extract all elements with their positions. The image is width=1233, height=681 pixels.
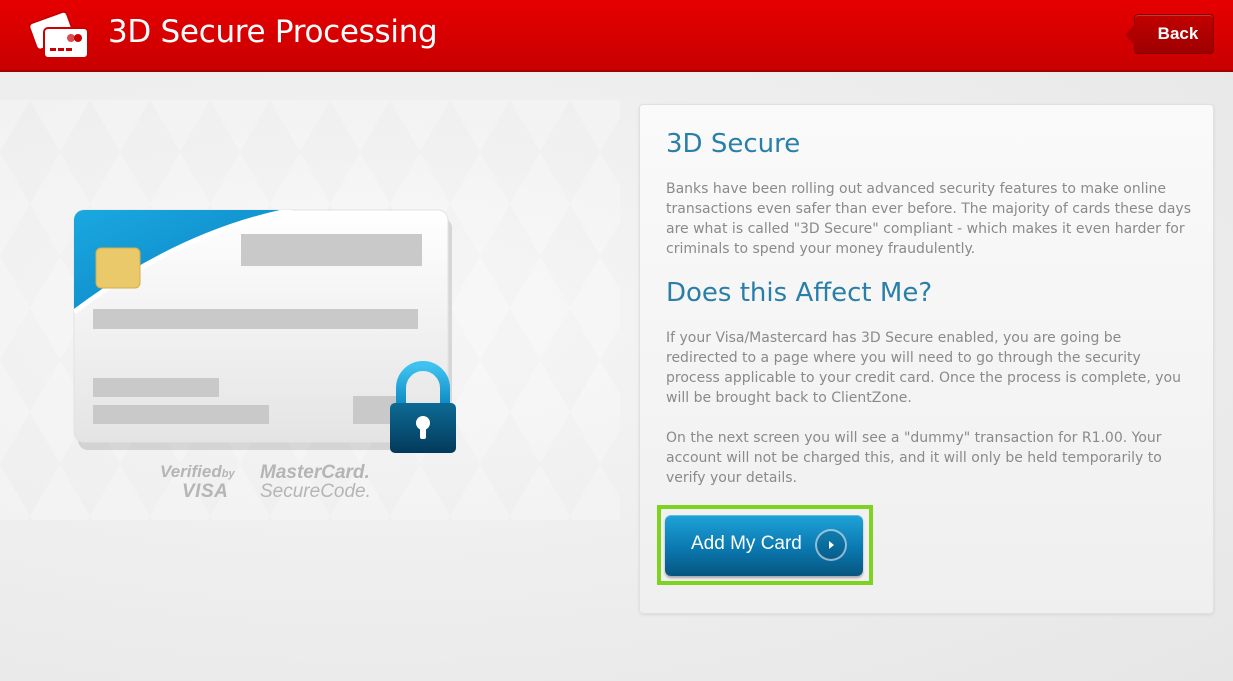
add-my-card-button[interactable]: Add My Card (665, 515, 863, 576)
header-bar: 3D Secure Processing Back (0, 0, 1233, 72)
heading-3d-secure: 3D Secure (666, 129, 801, 159)
verified-by-visa-logo: Verifiedby VISA (158, 462, 248, 506)
securecode-text: SecureCode. (260, 481, 371, 502)
add-my-card-label: Add My Card (691, 533, 802, 554)
mastercard-securecode-logo: MasterCard. SecureCode. (260, 462, 371, 506)
credit-cards-icon (28, 10, 89, 59)
verified-text: Verified (160, 462, 222, 481)
paragraph-3d-secure: Banks have been rolling out advanced sec… (666, 181, 1191, 257)
info-panel: 3D Secure Banks have been rolling out ad… (639, 104, 1214, 614)
heading-does-this-affect-me: Does this Affect Me? (666, 278, 933, 308)
paragraph-dummy-transaction: On the next screen you will see a "dummy… (666, 430, 1162, 486)
verified-by-text: by (221, 468, 235, 480)
paragraph-redirect: If your Visa/Mastercard has 3D Secure en… (666, 330, 1181, 406)
card-scheme-logos: Verifiedby VISA MasterCard. SecureCode. (158, 462, 398, 506)
back-button[interactable]: Back (1125, 14, 1214, 54)
visa-text: VISA (182, 481, 229, 502)
chevron-right-icon (815, 529, 847, 561)
page-title: 3D Secure Processing (108, 14, 438, 50)
